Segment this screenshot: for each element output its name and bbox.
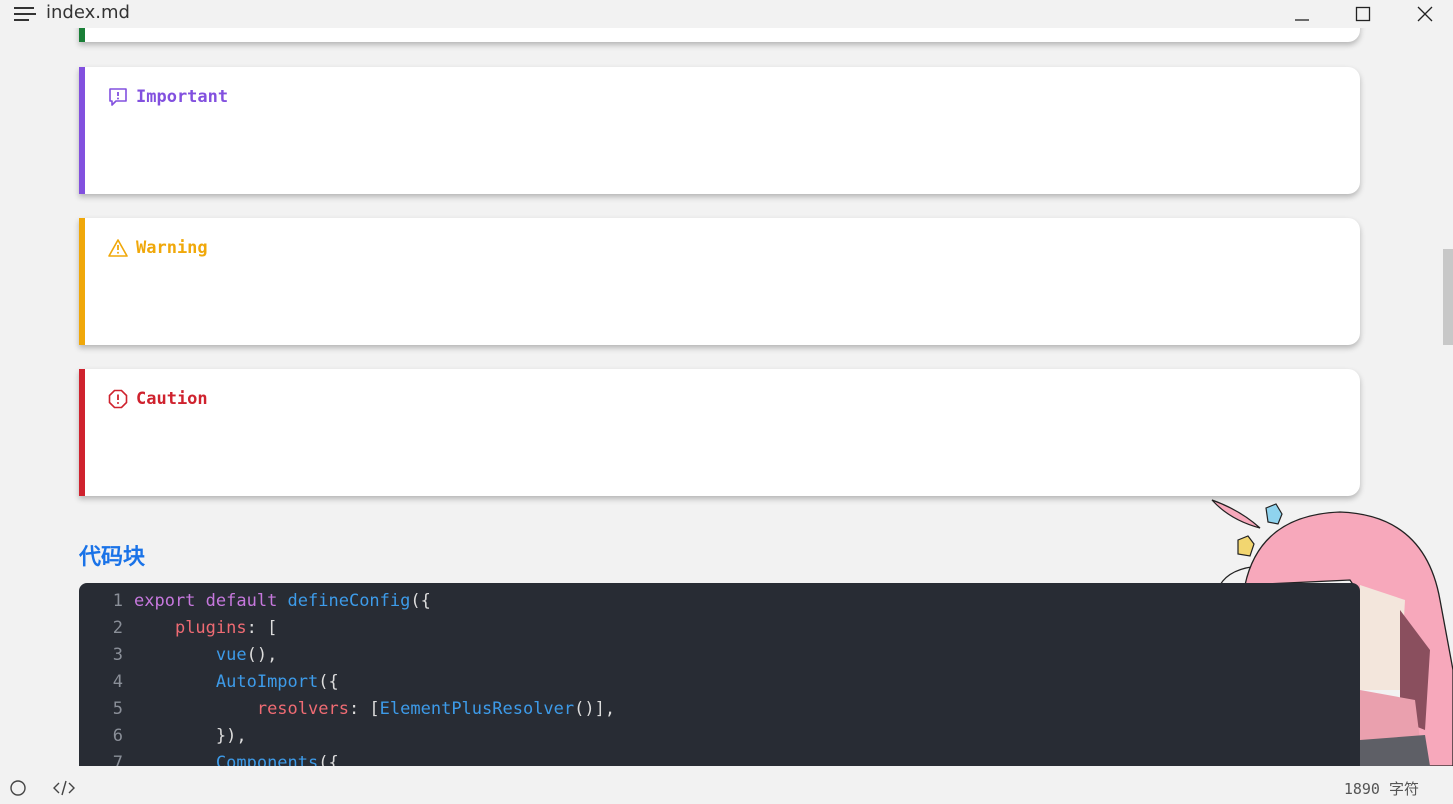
close-button[interactable] — [1395, 0, 1453, 28]
editor-content: Important Warning Caution 代码块 1 export de… — [0, 28, 1453, 766]
title-bar: index.md — [0, 0, 1453, 28]
code-text: export default defineConfig({ — [134, 591, 431, 611]
line-number: 3 — [112, 645, 123, 665]
minimize-icon — [1295, 19, 1309, 21]
code-token: }), — [215, 726, 247, 746]
code-token: : [ — [348, 699, 380, 719]
line-number: 7 — [112, 753, 123, 766]
callout-title: Warning — [136, 238, 208, 258]
callout-bar — [79, 67, 85, 194]
code-token: export — [134, 591, 206, 611]
alert-triangle-icon — [108, 239, 128, 257]
code-token: ()], — [574, 699, 616, 719]
code-token: ({ — [318, 753, 339, 766]
code-line: 7 Components({ — [79, 753, 339, 766]
code-text: resolvers: [ElementPlusResolver()], — [134, 699, 615, 719]
status-bar: 1890 字符 — [0, 766, 1453, 804]
code-token: resolvers — [256, 699, 349, 719]
code-token: default — [205, 591, 288, 611]
scrollbar-thumb[interactable] — [1443, 249, 1453, 345]
code-token: AutoImport — [215, 672, 319, 692]
code-token: defineConfig — [287, 591, 411, 611]
line-number: 5 — [112, 699, 123, 719]
code-line: 3 vue(), — [79, 645, 278, 672]
code-token: (), — [246, 645, 278, 665]
code-text: }), — [134, 726, 247, 746]
code-text: vue(), — [134, 645, 277, 665]
code-line: 4 AutoImport({ — [79, 672, 339, 699]
report-icon — [109, 88, 127, 106]
code-token: vue — [215, 645, 247, 665]
code-line: 2 plugins: [ — [79, 618, 278, 645]
code-token: plugins — [174, 618, 247, 638]
stop-icon — [108, 389, 128, 409]
char-count: 1890 字符 — [1343, 780, 1419, 798]
code-token: ElementPlusResolver — [379, 699, 575, 719]
code-line: 1 export default defineConfig({ — [79, 591, 431, 618]
callout-title: Important — [136, 87, 229, 107]
previous-callout — [79, 28, 1360, 42]
code-token: Components — [215, 753, 319, 766]
section-heading: 代码块 — [79, 545, 146, 570]
code-text: Components({ — [134, 753, 339, 766]
code-text: AutoImport({ — [134, 672, 339, 692]
callout-bar — [79, 28, 85, 42]
code-line: 6 }), — [79, 726, 247, 753]
line-number: 6 — [112, 726, 123, 746]
maximize-icon — [1355, 6, 1371, 22]
code-block[interactable]: 1 export default defineConfig({2 plugins:… — [79, 583, 1360, 766]
callout-important: Important — [79, 67, 1360, 194]
callout-bar — [79, 218, 85, 345]
circle-icon[interactable] — [9, 779, 27, 797]
callout-bar — [79, 369, 85, 496]
code-line: 5 resolvers: [ElementPlusResolver()], — [79, 699, 615, 726]
code-view-icon[interactable] — [52, 779, 76, 797]
line-number: 1 — [112, 591, 123, 611]
window-title: index.md — [46, 2, 130, 23]
code-text: plugins: [ — [134, 618, 277, 638]
callout-warning: Warning — [79, 218, 1360, 345]
callout-caution: Caution — [79, 369, 1360, 496]
minimize-button[interactable] — [1272, 0, 1332, 28]
maximize-button[interactable] — [1333, 0, 1393, 28]
menu-icon[interactable] — [14, 6, 36, 22]
line-number: 2 — [112, 618, 123, 638]
code-token: ({ — [410, 591, 431, 611]
code-token: : [ — [246, 618, 278, 638]
callout-title: Caution — [136, 389, 208, 409]
close-icon — [1417, 6, 1433, 22]
code-token: ({ — [318, 672, 339, 692]
line-number: 4 — [112, 672, 123, 692]
